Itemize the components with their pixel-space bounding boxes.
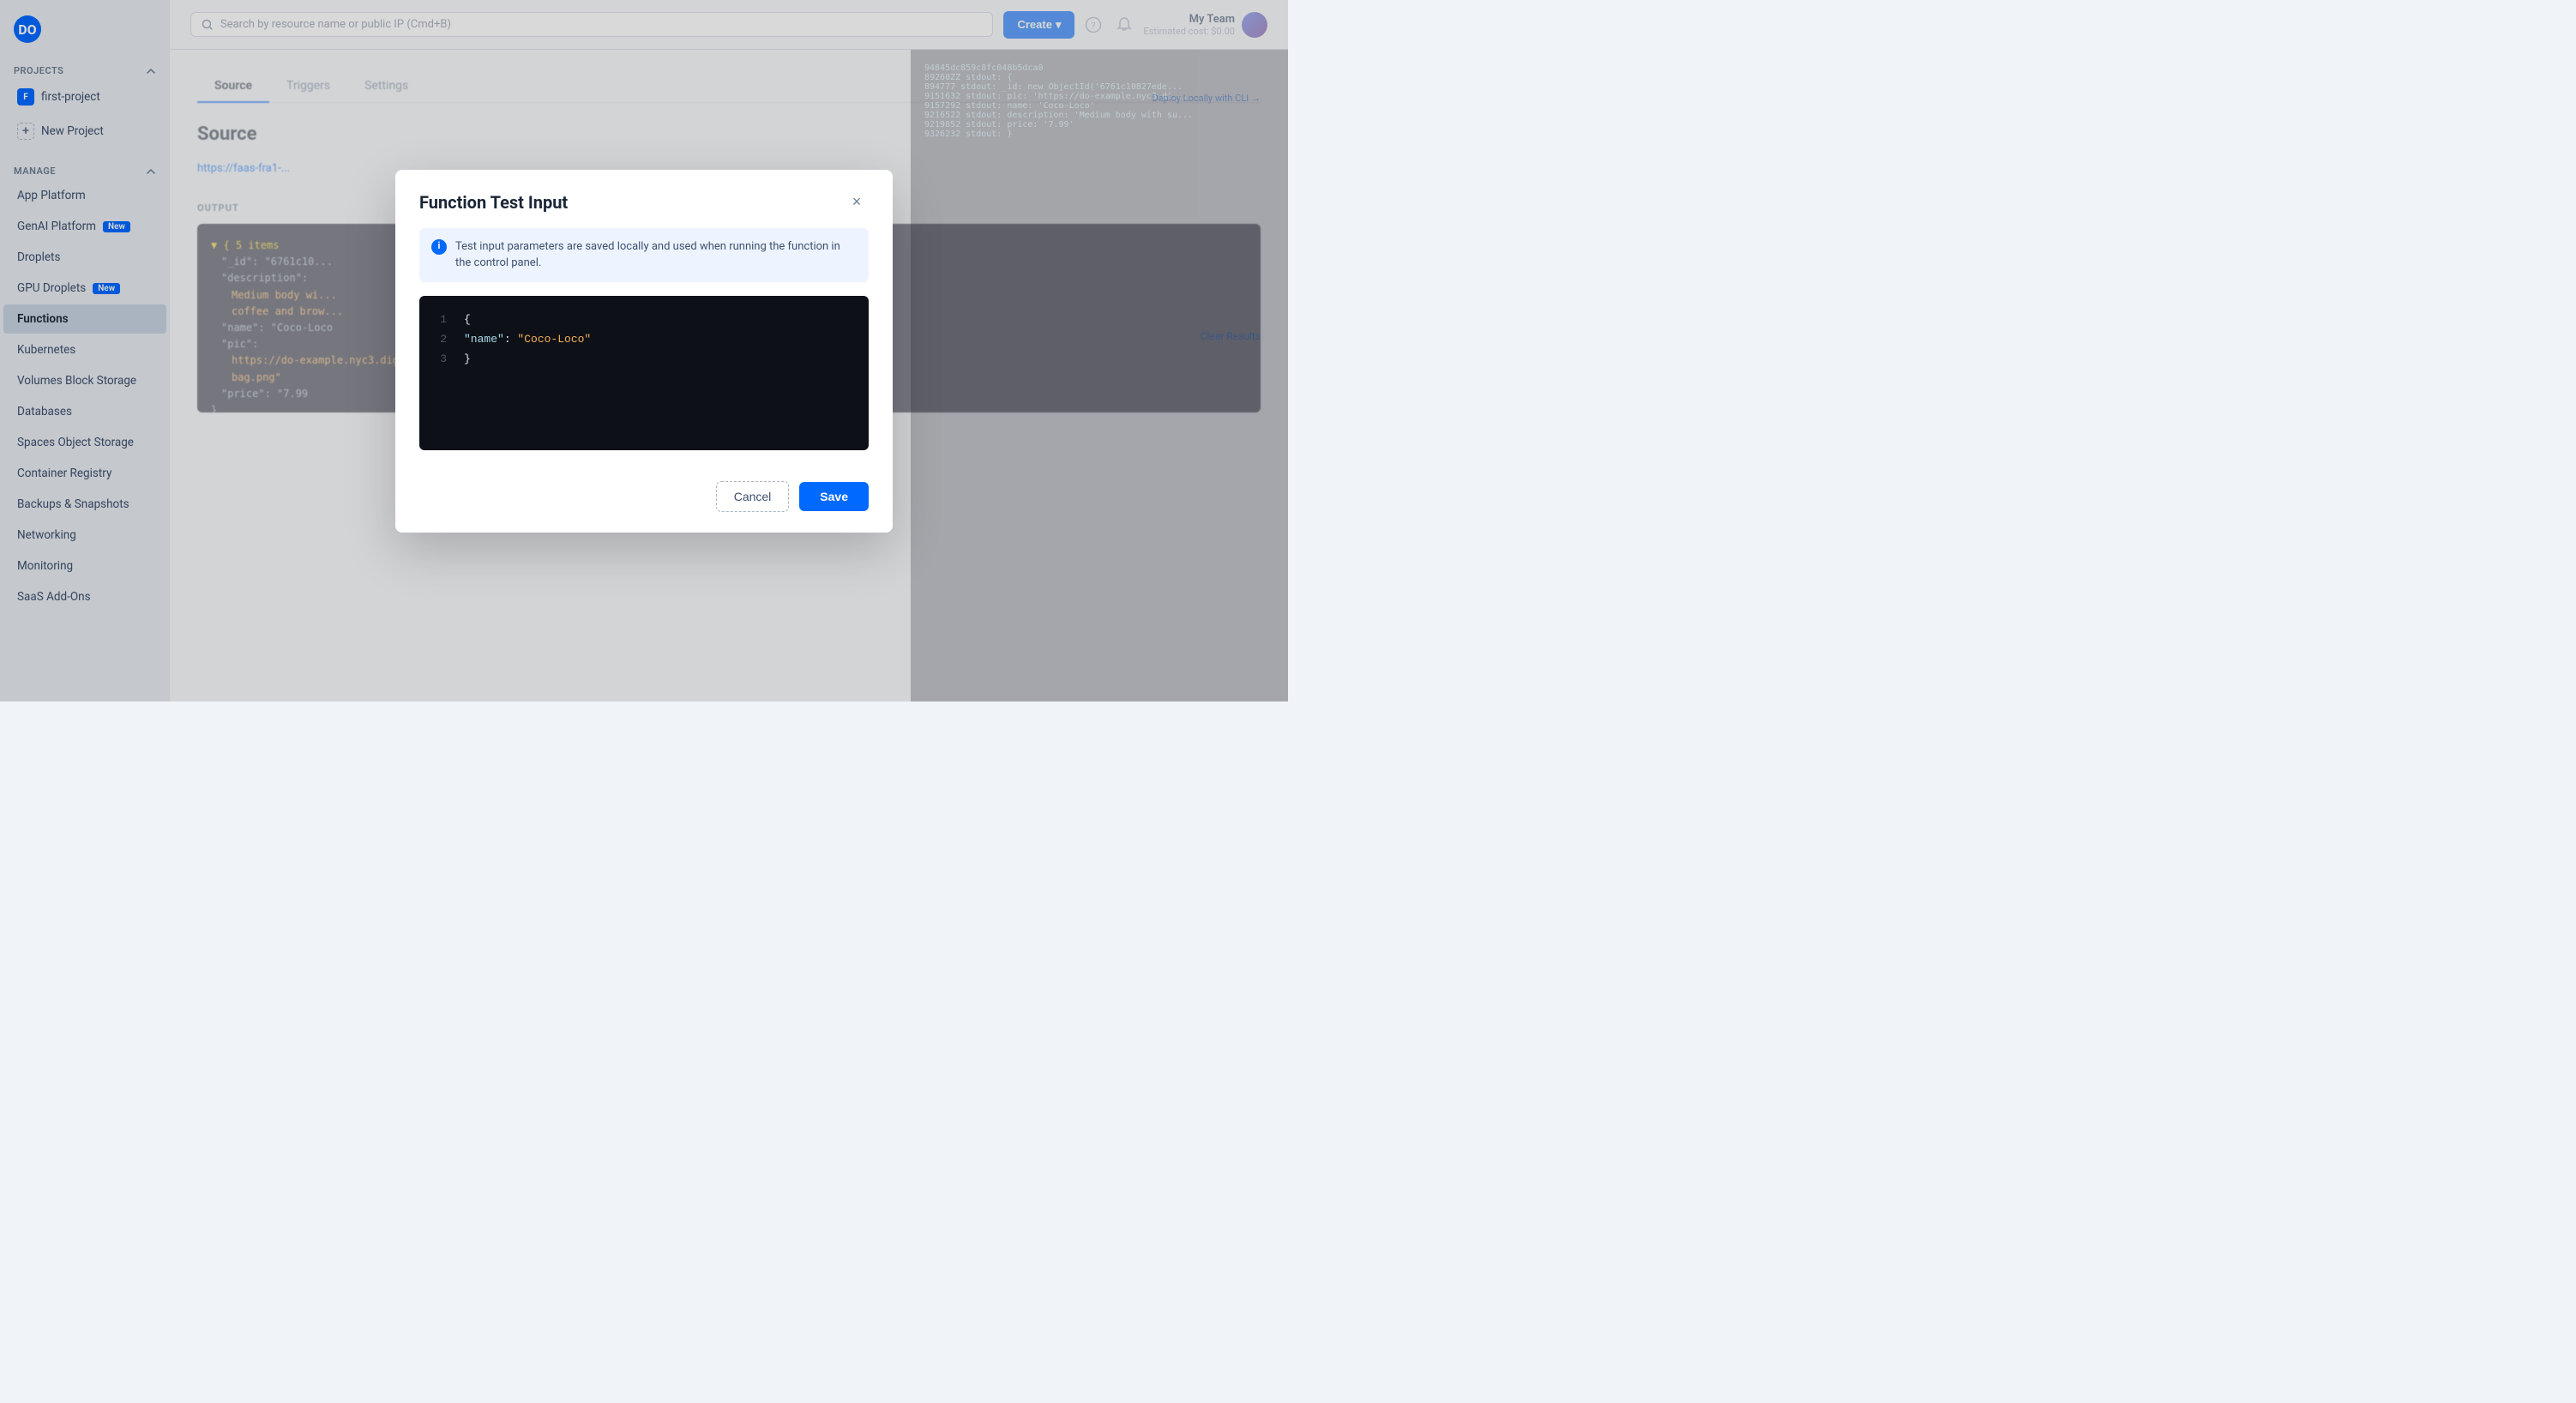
modal-info-bar: i Test input parameters are saved locall…: [419, 228, 869, 282]
code-brace-open: {: [464, 310, 471, 329]
code-brace-close: }: [464, 349, 471, 369]
code-line-3: 3 }: [433, 349, 855, 369]
modal-footer: Cancel Save: [395, 467, 893, 533]
modal-header: Function Test Input ×: [395, 170, 893, 228]
modal-info-text: Test input parameters are saved locally …: [455, 238, 857, 272]
modal-overlay: Function Test Input × i Test input param…: [0, 0, 1288, 702]
code-line-1: 1 {: [433, 310, 855, 329]
line-number: 1: [433, 310, 447, 329]
line-number: 3: [433, 349, 447, 369]
save-button[interactable]: Save: [799, 482, 869, 511]
line-number: 2: [433, 329, 447, 349]
cancel-button[interactable]: Cancel: [716, 481, 790, 512]
code-editor[interactable]: 1 { 2 "name": "Coco-Loco" 3 }: [419, 296, 869, 450]
code-line-2: 2 "name": "Coco-Loco": [433, 329, 855, 349]
modal-title: Function Test Input: [419, 192, 568, 213]
code-content: "name": "Coco-Loco": [464, 329, 591, 349]
info-icon: i: [431, 239, 447, 255]
function-test-input-modal: Function Test Input × i Test input param…: [395, 170, 893, 533]
close-button[interactable]: ×: [845, 190, 869, 214]
